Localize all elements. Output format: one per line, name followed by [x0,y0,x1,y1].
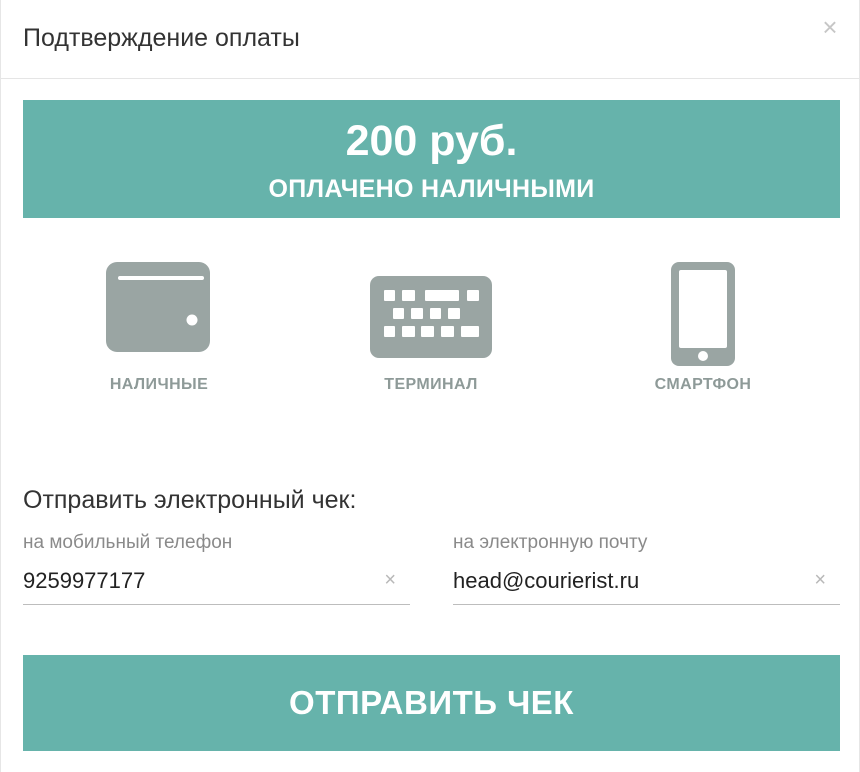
email-clear-icon[interactable]: × [814,566,826,594]
payment-amount: 200 руб. [345,117,518,165]
email-field: на электронную почту × [453,532,840,606]
method-cash[interactable]: НАЛИЧНЫЕ [59,258,259,408]
phone-clear-icon[interactable]: × [384,566,396,594]
method-terminal-label: ТЕРМИНАЛ [384,376,478,393]
payment-confirmation-dialog: Подтверждение оплаты × 200 руб. ОПЛАЧЕНО… [0,0,860,772]
email-input[interactable] [453,562,793,600]
dialog-title: Подтверждение оплаты [23,24,300,52]
email-field-label: на электронную почту [453,532,648,553]
method-smartphone-label: СМАРТФОН [654,376,752,393]
phone-field: на мобильный телефон × [23,532,410,606]
method-smartphone[interactable]: СМАРТФОН [603,258,803,408]
dialog-header: Подтверждение оплаты × [1,0,859,79]
phone-input[interactable] [23,562,363,600]
method-terminal[interactable]: ТЕРМИНАЛ [331,258,531,408]
smartphone-icon [671,262,735,366]
payment-banner: 200 руб. ОПЛАЧЕНО НАЛИЧНЫМИ [23,100,840,218]
receipt-heading: Отправить электронный чек: [23,486,357,514]
phone-field-label: на мобильный телефон [23,532,233,553]
wallet-icon [106,262,210,352]
email-field-underline [453,604,840,605]
payment-status: ОПЛАЧЕНО НАЛИЧНЫМИ [268,175,595,203]
phone-field-underline [23,604,410,605]
send-receipt-button[interactable]: ОТПРАВИТЬ ЧЕК [23,655,840,751]
close-icon[interactable]: × [817,12,843,42]
keyboard-icon [370,276,492,358]
method-cash-label: НАЛИЧНЫЕ [109,376,209,393]
